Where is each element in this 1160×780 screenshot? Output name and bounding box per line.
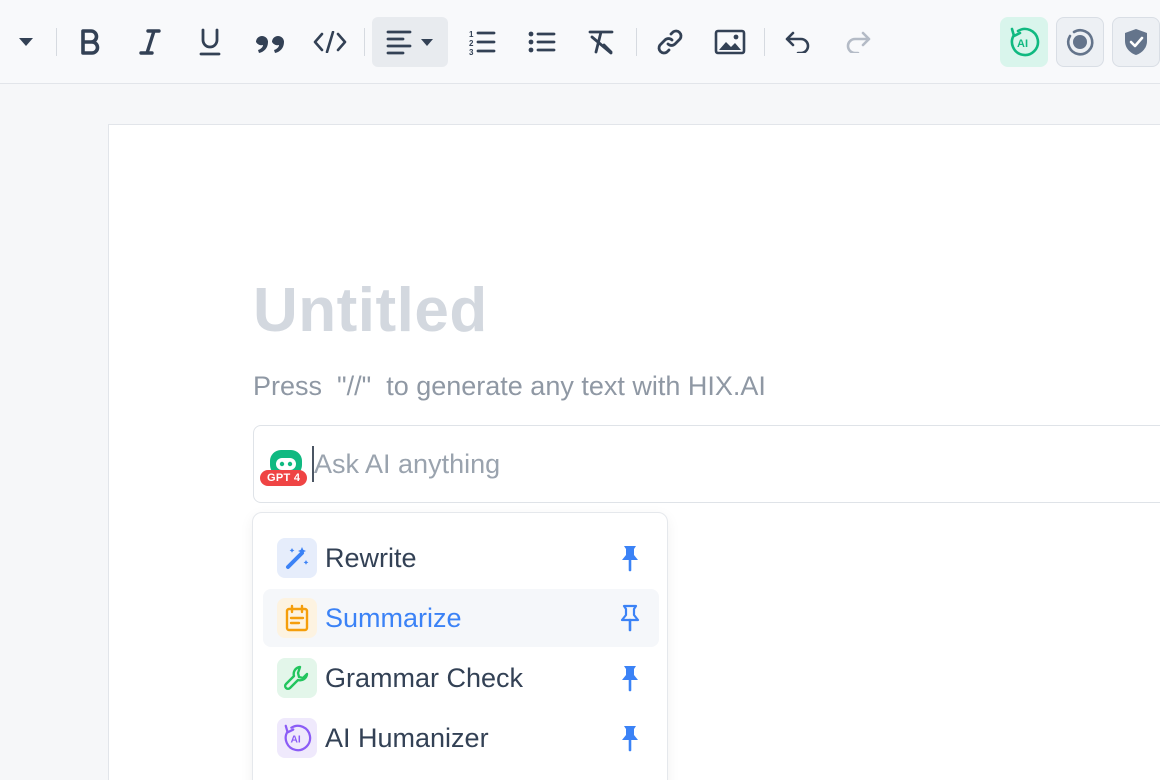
svg-text:AI: AI — [1017, 38, 1028, 50]
link-icon — [657, 29, 683, 55]
caret-down-icon — [19, 38, 33, 46]
pin-icon[interactable] — [617, 724, 643, 752]
undo-button[interactable] — [774, 17, 822, 67]
underline-button[interactable] — [186, 17, 234, 67]
ai-detector-button[interactable]: AI — [1000, 17, 1048, 67]
svg-text:2: 2 — [469, 39, 474, 48]
image-icon — [714, 29, 746, 55]
plagiarism-check-button[interactable] — [1056, 17, 1104, 67]
toolbar-separator — [364, 28, 365, 56]
redo-icon — [846, 31, 871, 53]
menu-item-ai-humanizer[interactable]: AI AI Humanizer — [263, 709, 659, 767]
align-left-icon — [386, 30, 412, 55]
menu-item-grammar-check[interactable]: Grammar Check — [263, 649, 659, 707]
ordered-list-button[interactable]: 123 — [458, 17, 506, 67]
pin-outline-icon[interactable] — [617, 604, 643, 632]
notepad-icon — [277, 598, 317, 638]
link-button[interactable] — [646, 17, 694, 67]
align-dropdown-button[interactable] — [372, 17, 448, 67]
toolbar-separator — [56, 28, 57, 56]
menu-item-label: AI Humanizer — [325, 723, 489, 753]
wrench-icon — [277, 658, 317, 698]
toolbar-separator — [636, 28, 637, 56]
magic-wand-icon — [277, 538, 317, 578]
underline-icon — [199, 28, 221, 56]
shield-check-icon — [1125, 29, 1147, 55]
menu-item-label: Rewrite — [325, 543, 417, 573]
ai-detector-icon: AI — [1010, 27, 1040, 57]
menu-item-label: Grammar Check — [325, 663, 524, 693]
svg-text:3: 3 — [469, 48, 474, 55]
italic-button[interactable] — [126, 17, 174, 67]
italic-icon — [139, 29, 161, 55]
editor-toolbar: 123 AI — [0, 0, 1160, 84]
model-badge[interactable]: GPT 4 — [260, 470, 308, 486]
image-button[interactable] — [706, 17, 754, 67]
pin-icon[interactable] — [617, 664, 643, 692]
svg-text:1: 1 — [469, 30, 474, 39]
quote-icon — [256, 36, 284, 53]
blockquote-button[interactable] — [246, 17, 294, 67]
menu-item-label: Summarize — [325, 603, 462, 633]
undo-icon — [785, 31, 810, 53]
ai-command-menu: Rewrite Summarize Grammar Check AI AI Hu… — [252, 512, 668, 780]
bold-button[interactable] — [66, 17, 114, 67]
bullet-list-icon — [528, 31, 556, 53]
menu-item-rewrite[interactable]: Rewrite — [263, 529, 659, 587]
caret-down-icon — [421, 38, 433, 46]
bold-icon — [81, 29, 100, 55]
heading-dropdown-button[interactable] — [4, 17, 48, 67]
ask-ai-box[interactable]: GPT 4 — [253, 425, 1160, 503]
clear-format-icon — [588, 30, 614, 55]
ask-ai-input[interactable] — [314, 444, 1134, 484]
svg-text:AI: AI — [290, 735, 300, 746]
pin-icon[interactable] — [617, 544, 643, 572]
plagiarism-check-icon — [1066, 28, 1094, 56]
code-button[interactable] — [306, 17, 354, 67]
generate-hint: Press "//" to generate any text with HIX… — [253, 371, 766, 401]
bullet-list-button[interactable] — [518, 17, 566, 67]
menu-item-summarize[interactable]: Summarize — [263, 589, 659, 647]
clear-format-button[interactable] — [578, 17, 626, 67]
ordered-list-icon: 123 — [469, 30, 496, 55]
code-icon — [313, 31, 347, 53]
redo-button[interactable] — [834, 17, 882, 67]
security-button[interactable] — [1112, 17, 1160, 67]
ai-humanizer-icon: AI — [277, 718, 317, 758]
document-title[interactable]: Untitled — [253, 275, 488, 346]
toolbar-separator — [764, 28, 765, 56]
